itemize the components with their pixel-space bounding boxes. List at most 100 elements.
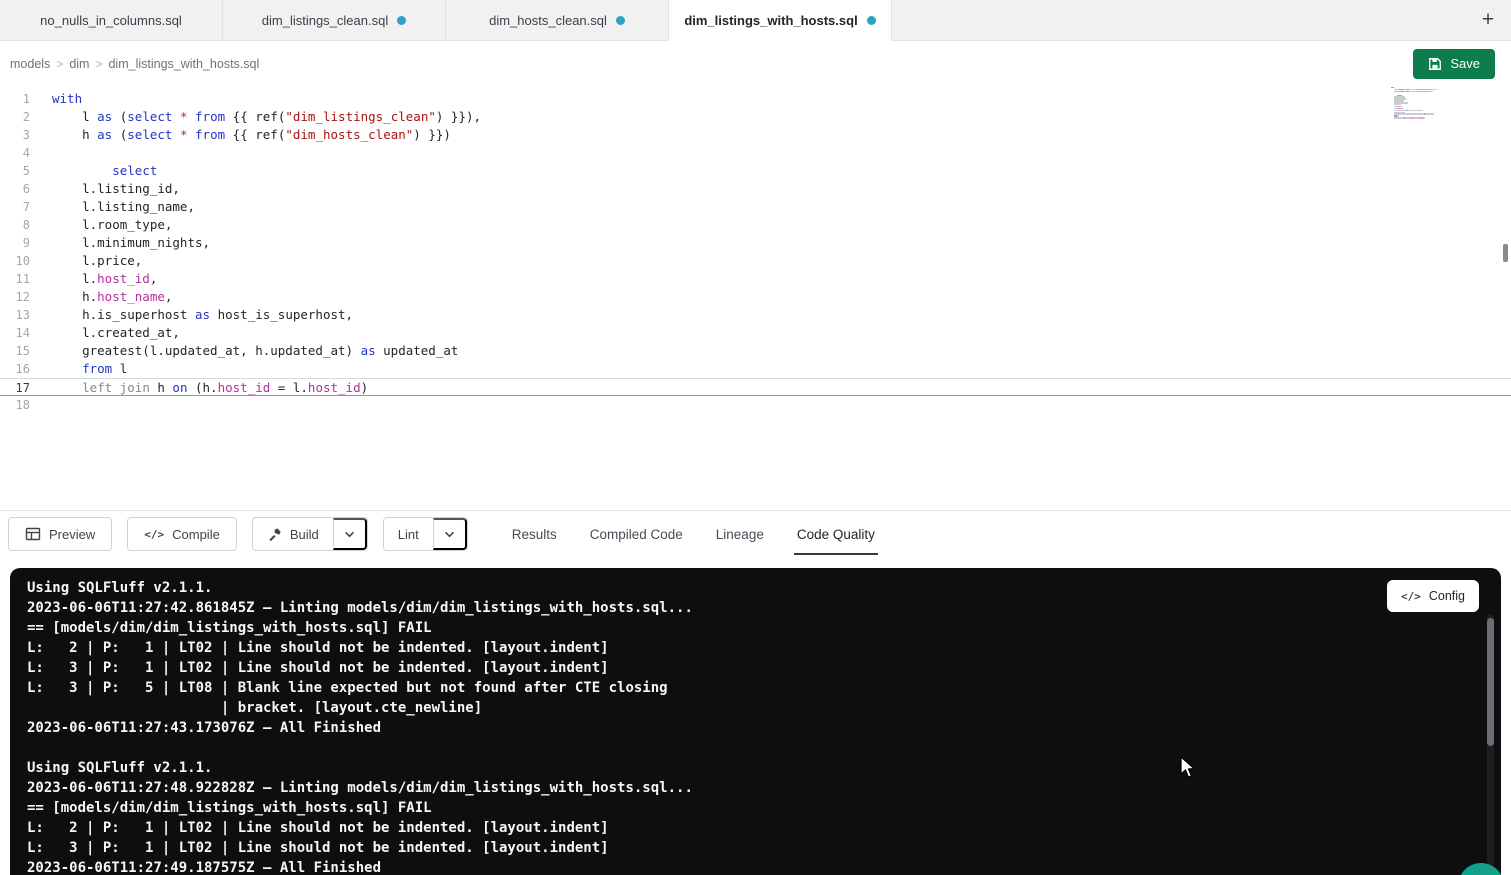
code-line-8[interactable]: 8 l.room_type, (0, 216, 1511, 234)
compile-button[interactable]: </> Compile (127, 517, 237, 551)
code-text: l.listing_id, (30, 180, 180, 198)
code-line-1[interactable]: 1with (0, 90, 1511, 108)
terminal-panel: Using SQLFluff v2.1.1.2023-06-06T11:27:4… (10, 568, 1501, 875)
unsaved-changes-dot-icon (867, 16, 876, 25)
breadcrumb-item[interactable]: models (10, 57, 50, 71)
panel-tab-compiled-code[interactable]: Compiled Code (590, 511, 683, 557)
code-line-17[interactable]: 17 left join h on (h.host_id = l.host_id… (0, 378, 1511, 396)
lint-split-button: Lint (383, 517, 468, 551)
tab-1[interactable]: no_nulls_in_columns.sql (0, 0, 223, 41)
chevron-down-icon (444, 531, 455, 538)
code-text: from l (30, 360, 127, 378)
minimap-line (1391, 119, 1467, 120)
minimap-segment (1416, 91, 1430, 92)
code-line-10[interactable]: 10 l.price, (0, 252, 1511, 270)
terminal-scrollbar[interactable] (1487, 618, 1494, 746)
code-line-2[interactable]: 2 l as (select * from {{ ref("dim_listin… (0, 108, 1511, 126)
line-number: 16 (0, 360, 30, 378)
code-line-13[interactable]: 13 h.is_superhost as host_is_superhost, (0, 306, 1511, 324)
terminal-line: L: 3 | P: 5 | LT08 | Blank line expected… (27, 678, 1501, 698)
action-toolbar: Preview </> Compile Build (0, 511, 1511, 557)
lint-dropdown-button[interactable] (433, 518, 467, 550)
save-button-label: Save (1450, 56, 1480, 71)
code-text: h.host_name, (30, 288, 172, 306)
editor-minimap[interactable] (1391, 87, 1467, 121)
unsaved-changes-dot-icon (397, 16, 406, 25)
breadcrumb-separator: > (95, 57, 102, 71)
build-button[interactable]: Build (253, 518, 333, 550)
breadcrumb-separator: > (56, 57, 63, 71)
new-tab-button[interactable]: + (1465, 0, 1511, 41)
lint-button[interactable]: Lint (384, 518, 433, 550)
code-text: l.price, (30, 252, 142, 270)
code-line-12[interactable]: 12 h.host_name, (0, 288, 1511, 306)
line-number: 7 (0, 198, 30, 216)
panel-tab-lineage[interactable]: Lineage (716, 511, 764, 557)
code-text: greatest(l.updated_at, h.updated_at) as … (30, 342, 458, 360)
code-line-9[interactable]: 9 l.minimum_nights, (0, 234, 1511, 252)
terminal-line: 2023-06-06T11:27:48.922828Z — Linting mo… (27, 778, 1501, 798)
tab-3[interactable]: dim_hosts_clean.sql (446, 0, 669, 41)
code-line-15[interactable]: 15 greatest(l.updated_at, h.updated_at) … (0, 342, 1511, 360)
hammer-icon (267, 527, 282, 542)
code-line-3[interactable]: 3 h as (select * from {{ ref("dim_hosts_… (0, 126, 1511, 144)
code-line-11[interactable]: 11 l.host_id, (0, 270, 1511, 288)
line-number: 11 (0, 270, 30, 288)
line-number: 3 (0, 126, 30, 144)
breadcrumb-bar: models > dim > dim_listings_with_hosts.sql S… (0, 41, 1511, 86)
tab-4[interactable]: dim_listings_with_hosts.sql (669, 0, 892, 41)
code-line-16[interactable]: 16 from l (0, 360, 1511, 378)
code-text: l.minimum_nights, (30, 234, 210, 252)
minimap-segment (1429, 91, 1433, 92)
code-line-5[interactable]: 5 select (0, 162, 1511, 180)
tab-label: no_nulls_in_columns.sql (40, 13, 182, 28)
tab-2[interactable]: dim_listings_clean.sql (223, 0, 446, 41)
unsaved-changes-dot-icon (616, 16, 625, 25)
code-line-7[interactable]: 7 l.listing_name, (0, 198, 1511, 216)
code-line-4[interactable]: 4 (0, 144, 1511, 162)
panel-tab-code-quality[interactable]: Code Quality (797, 511, 875, 557)
tab-bar-filler (892, 0, 1465, 41)
compile-button-label: Compile (172, 527, 220, 542)
terminal-line: 2023-06-06T11:27:42.861845Z — Linting mo… (27, 598, 1501, 618)
config-button[interactable]: </> Config (1387, 580, 1479, 612)
code-line-6[interactable]: 6 l.listing_id, (0, 180, 1511, 198)
config-button-label: Config (1429, 589, 1465, 603)
terminal-line: | bracket. [layout.cte_newline] (27, 698, 1501, 718)
code-line-14[interactable]: 14 l.created_at, (0, 324, 1511, 342)
code-text: l.created_at, (30, 324, 180, 342)
code-line-18[interactable]: 18 (0, 396, 1511, 414)
breadcrumb-item[interactable]: dim (69, 57, 89, 71)
code-text: left join h on (h.host_id = l.host_id) (30, 379, 368, 395)
panel-tabs: Results Compiled Code Lineage Code Quality (512, 511, 875, 557)
editor-scrollbar[interactable] (1503, 244, 1508, 262)
build-dropdown-button[interactable] (333, 518, 367, 550)
tab-label: dim_listings_clean.sql (262, 13, 388, 28)
preview-button-label: Preview (49, 527, 95, 542)
line-number: 18 (0, 396, 30, 414)
terminal-output: Using SQLFluff v2.1.1.2023-06-06T11:27:4… (27, 578, 1501, 875)
terminal-line: == [models/dim/dim_listings_with_hosts.s… (27, 798, 1501, 818)
line-number: 14 (0, 324, 30, 342)
build-split-button: Build (252, 517, 368, 551)
line-number: 9 (0, 234, 30, 252)
preview-button[interactable]: Preview (8, 517, 112, 551)
line-number: 15 (0, 342, 30, 360)
line-number: 2 (0, 108, 30, 126)
terminal-line: Using SQLFluff v2.1.1. (27, 578, 1501, 598)
terminal-line: L: 2 | P: 1 | LT02 | Line should not be … (27, 818, 1501, 838)
save-button[interactable]: Save (1413, 49, 1495, 79)
terminal-line: 2023-06-06T11:27:43.173076Z — All Finish… (27, 718, 1501, 738)
line-number: 1 (0, 90, 30, 108)
terminal-line: L: 3 | P: 1 | LT02 | Line should not be … (27, 658, 1501, 678)
code-text: l as (select * from {{ ref("dim_listings… (30, 108, 481, 126)
panel-tab-results[interactable]: Results (512, 511, 557, 557)
minimap-segment (1394, 117, 1401, 118)
code-editor[interactable]: 1with2 l as (select * from {{ ref("dim_l… (0, 86, 1511, 511)
terminal-line: 2023-06-06T11:27:49.187575Z — All Finish… (27, 858, 1501, 875)
code-icon: </> (144, 528, 164, 541)
lint-button-label: Lint (398, 527, 419, 542)
tab-label: dim_hosts_clean.sql (489, 13, 607, 28)
minimap-segment (1424, 117, 1425, 118)
breadcrumb-item[interactable]: dim_listings_with_hosts.sql (108, 57, 259, 71)
